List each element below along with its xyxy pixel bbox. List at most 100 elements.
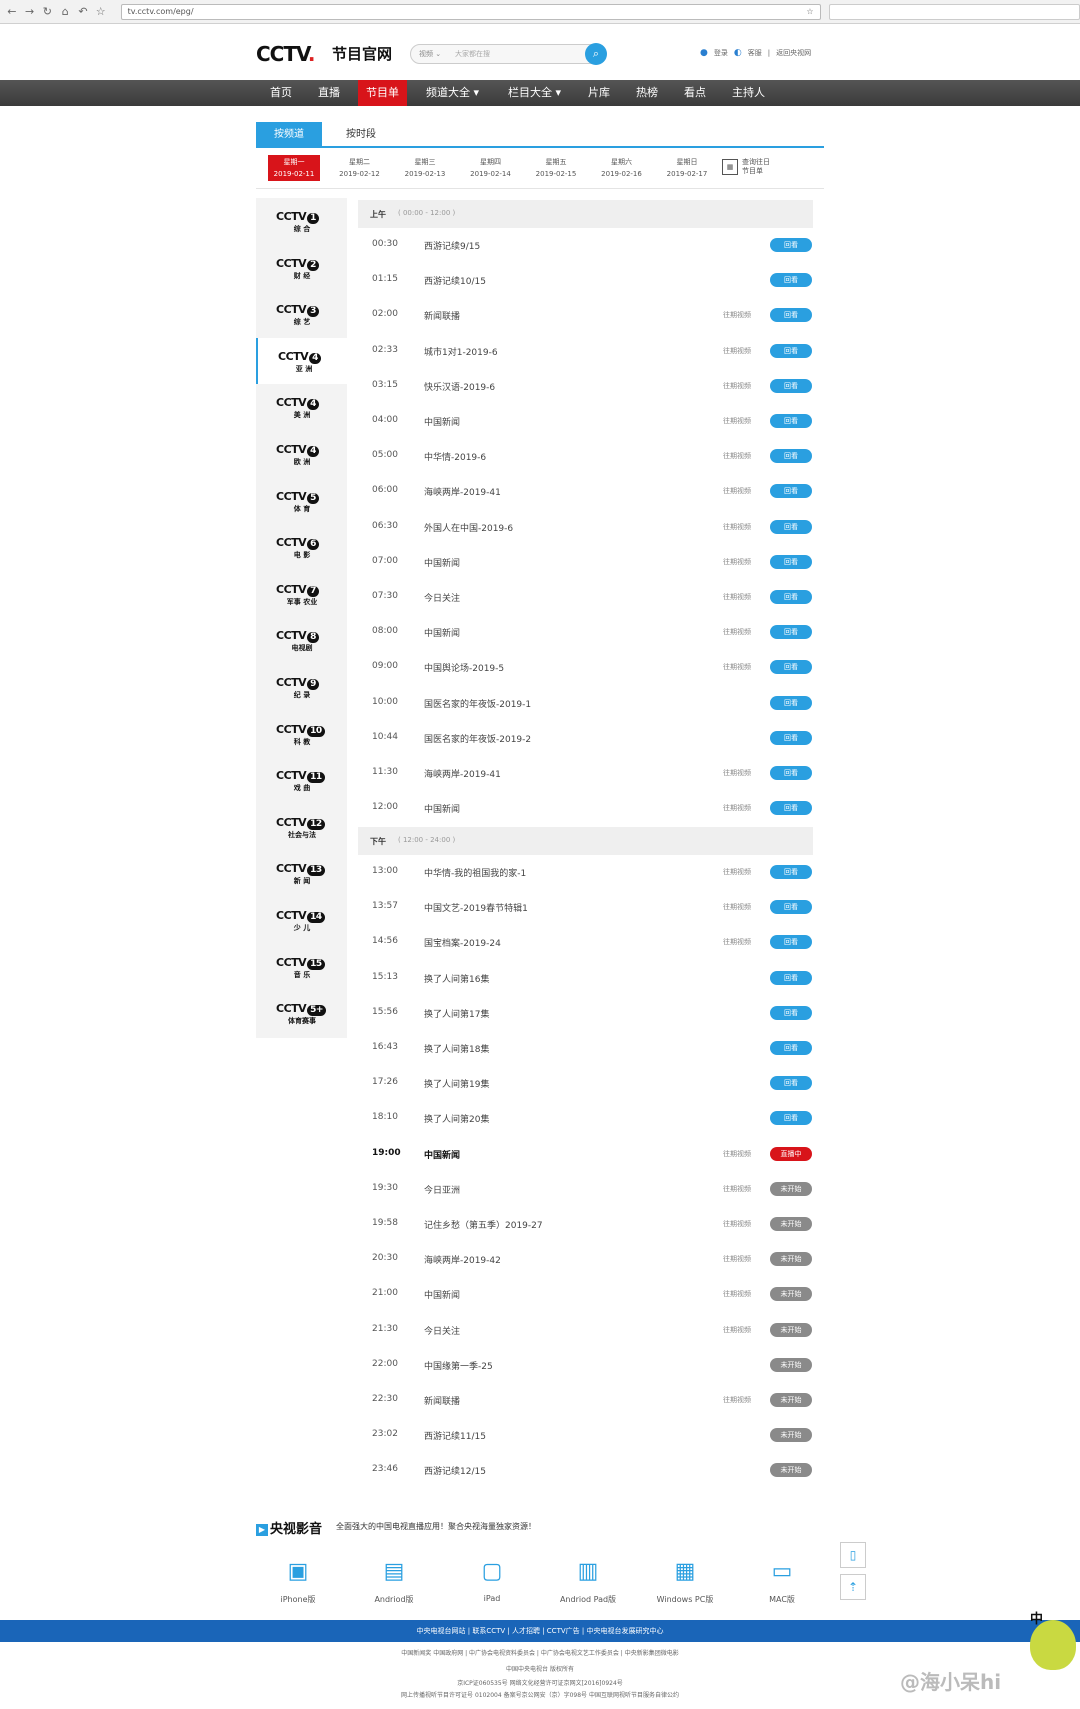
undo-icon[interactable]: ↶ — [75, 4, 91, 20]
nav-item-schedule[interactable]: 节目单 — [358, 80, 407, 106]
status-button[interactable]: 回看 — [770, 935, 812, 950]
app-download-item[interactable]: ▤ Andriod版 — [354, 1554, 434, 1605]
sidebar-item-channel[interactable]: CCTV 5+ 体育赛事 — [256, 990, 347, 1036]
app-download-item[interactable]: ▥ Andriod Pad版 — [548, 1554, 628, 1605]
day-tab[interactable]: 星期一 2019-02-11 — [268, 155, 320, 181]
status-button[interactable]: 回看 — [770, 1005, 812, 1020]
status-button[interactable]: 回看 — [770, 484, 812, 499]
past-video-link[interactable]: 往期视频 — [723, 867, 751, 877]
search-box[interactable]: 视频 ⌄ 大家都在搜 ⌕ — [410, 43, 607, 65]
past-video-link[interactable]: 往期视频 — [723, 937, 751, 947]
sidebar-item-channel[interactable]: CCTV 12 社会与法 — [256, 804, 347, 850]
status-button[interactable]: 回看 — [770, 519, 812, 534]
past-video-link[interactable]: 往期视频 — [723, 1149, 751, 1159]
program-name[interactable]: 换了人间第17集 — [424, 1007, 489, 1020]
status-button[interactable]: 回看 — [770, 554, 812, 569]
past-video-link[interactable]: 往期视频 — [723, 627, 751, 637]
status-button[interactable]: 回看 — [770, 343, 812, 358]
program-name[interactable]: 中国新闻 — [424, 415, 460, 428]
forward-icon[interactable]: → — [22, 4, 38, 20]
program-name[interactable]: 西游记续10/15 — [424, 274, 486, 287]
app-download-item[interactable]: ▣ iPhone版 — [258, 1554, 338, 1605]
app-download-item[interactable]: ▭ MAC版 — [742, 1554, 822, 1605]
footer-links[interactable]: 中央电视台网站 | 联系CCTV | 人才招聘 | CCTV广告 | 中央电视台… — [0, 1620, 1080, 1642]
program-name[interactable]: 中国文艺-2019春节特辑1 — [424, 901, 528, 914]
program-name[interactable]: 中国新闻 — [424, 802, 460, 815]
status-button[interactable]: 回看 — [770, 625, 812, 640]
app-download-item[interactable]: ▦ Windows PC版 — [645, 1554, 725, 1605]
program-name[interactable]: 西游记续11/15 — [424, 1429, 486, 1442]
nav-item-library[interactable]: 片库 — [580, 80, 618, 106]
nav-item-columns[interactable]: 栏目大全 ▾ — [500, 80, 569, 106]
reload-icon[interactable]: ↻ — [40, 4, 56, 20]
login-link[interactable]: 登录 — [714, 48, 728, 58]
sidebar-item-channel[interactable]: CCTV 6 电 影 — [256, 524, 347, 570]
back-to-top-icon[interactable]: ⇡ — [840, 1574, 866, 1600]
past-video-link[interactable]: 往期视频 — [723, 486, 751, 496]
status-button[interactable]: 回看 — [770, 1041, 812, 1055]
sidebar-item-channel[interactable]: CCTV 4 欧 洲 — [256, 431, 347, 477]
program-name[interactable]: 国医名家的年夜饭-2019-2 — [424, 732, 531, 745]
program-name[interactable]: 国宝档案-2019-24 — [424, 936, 501, 949]
program-name[interactable]: 新闻联播 — [424, 1394, 460, 1407]
sidebar-item-channel[interactable]: CCTV 11 戏 曲 — [256, 757, 347, 803]
past-video-link[interactable]: 往期视频 — [723, 1289, 751, 1299]
past-video-link[interactable]: 往期视频 — [723, 381, 751, 391]
past-video-link[interactable]: 往期视频 — [723, 803, 751, 813]
app-download-item[interactable]: ▢ iPad — [452, 1554, 532, 1603]
past-video-link[interactable]: 往期视频 — [723, 1325, 751, 1335]
tab-by-channel[interactable]: 按频道 — [256, 122, 322, 148]
program-name[interactable]: 国医名家的年夜饭-2019-1 — [424, 697, 531, 710]
nav-item-hot[interactable]: 热榜 — [628, 80, 666, 106]
past-video-link[interactable]: 往期视频 — [723, 522, 751, 532]
program-name[interactable]: 外国人在中国-2019-6 — [424, 521, 513, 534]
program-name[interactable]: 今日亚洲 — [424, 1183, 460, 1196]
back-icon[interactable]: ← — [4, 4, 20, 20]
program-name[interactable]: 换了人间第20集 — [424, 1112, 489, 1125]
back-to-cctv-link[interactable]: 返回央视网 — [776, 48, 811, 58]
program-name[interactable]: 中国新闻 — [424, 626, 460, 639]
past-video-link[interactable]: 往期视频 — [723, 1395, 751, 1405]
status-button[interactable]: 回看 — [770, 730, 812, 745]
status-button[interactable]: 回看 — [770, 766, 812, 780]
program-name[interactable]: 中国舆论场-2019-5 — [424, 661, 504, 674]
program-name[interactable]: 海峡两岸-2019-41 — [424, 767, 501, 780]
status-button[interactable]: 回看 — [770, 238, 812, 252]
sidebar-item-channel[interactable]: CCTV 8 电视剧 — [256, 617, 347, 663]
past-video-link[interactable]: 往期视频 — [723, 662, 751, 672]
star-icon[interactable]: ☆ — [93, 4, 109, 20]
past-video-link[interactable]: 往期视频 — [723, 416, 751, 426]
day-tab[interactable]: 星期日 2019-02-17 — [661, 155, 713, 181]
status-button[interactable]: 回看 — [770, 590, 812, 604]
program-name[interactable]: 中国新闻 — [424, 1288, 460, 1301]
past-video-link[interactable]: 往期视频 — [723, 902, 751, 912]
past-video-link[interactable]: 往期视频 — [723, 451, 751, 461]
day-tab[interactable]: 星期五 2019-02-15 — [530, 155, 582, 181]
program-name[interactable]: 换了人间第19集 — [424, 1077, 489, 1090]
past-video-link[interactable]: 往期视频 — [723, 1219, 751, 1229]
status-button[interactable]: 回看 — [770, 378, 812, 393]
past-video-link[interactable]: 往期视频 — [723, 310, 751, 320]
day-tab[interactable]: 星期六 2019-02-16 — [596, 155, 648, 181]
program-name[interactable]: 中国新闻 — [424, 556, 460, 569]
status-button[interactable]: 回看 — [770, 1076, 812, 1091]
calendar-link[interactable]: ▦ 查询往日 节目单 — [722, 158, 770, 176]
day-tab[interactable]: 星期四 2019-02-14 — [465, 155, 517, 181]
home-icon[interactable]: ⌂ — [57, 4, 73, 20]
program-name[interactable]: 换了人间第18集 — [424, 1042, 489, 1055]
sidebar-item-channel[interactable]: CCTV 14 少 儿 — [256, 897, 347, 943]
search-icon[interactable]: ⌕ — [585, 43, 607, 65]
status-button[interactable]: 直播中 — [770, 1146, 812, 1161]
status-button[interactable]: 回看 — [770, 308, 812, 323]
sidebar-item-channel[interactable]: CCTV 13 新 闻 — [256, 850, 347, 896]
program-name[interactable]: 西游记续9/15 — [424, 239, 480, 252]
program-name[interactable]: 中国新闻 — [424, 1148, 460, 1161]
program-name[interactable]: 今日关注 — [424, 1324, 460, 1337]
status-button[interactable]: 回看 — [770, 801, 812, 816]
program-name[interactable]: 城市1对1-2019-6 — [424, 345, 498, 358]
status-button[interactable]: 回看 — [770, 970, 812, 985]
program-name[interactable]: 快乐汉语-2019-6 — [424, 380, 495, 393]
sidebar-item-channel[interactable]: CCTV 10 科 教 — [256, 711, 347, 757]
program-name[interactable]: 今日关注 — [424, 591, 460, 604]
status-button[interactable]: 回看 — [770, 449, 812, 464]
